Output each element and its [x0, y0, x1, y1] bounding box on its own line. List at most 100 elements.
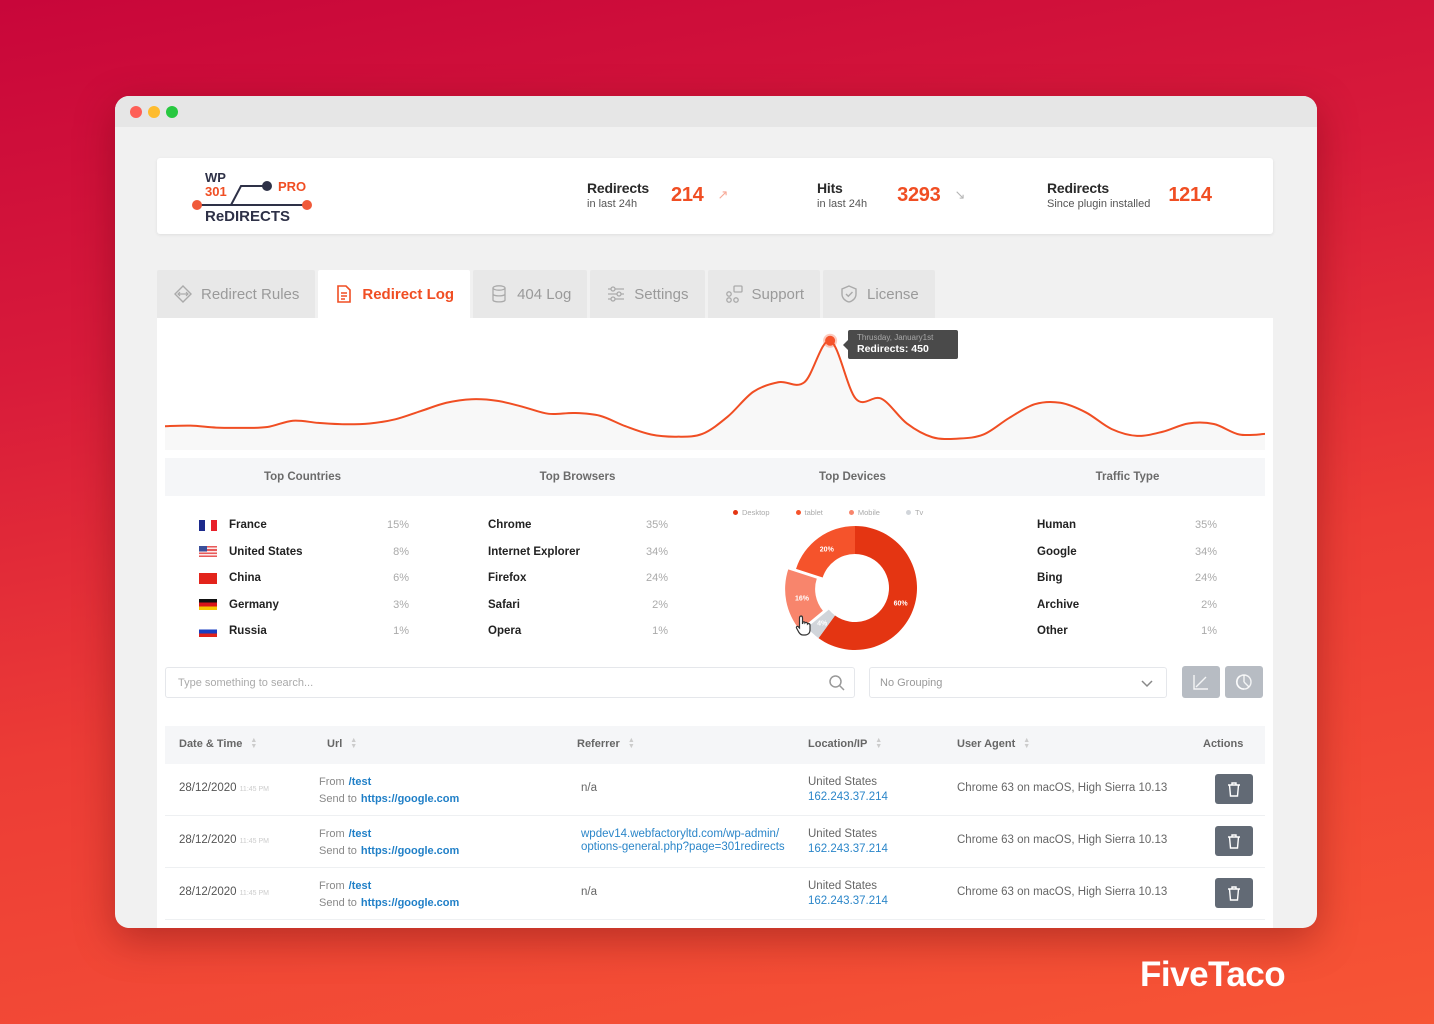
row-user-agent: Chrome 63 on macOS, High Sierra 10.13 [957, 782, 1168, 794]
browser-row: Firefox 24% [488, 565, 668, 592]
donut-slice-label: 60% [894, 600, 909, 607]
table-row: 28/12/2020 11:45 PM From/test Send to https… [165, 816, 1265, 868]
tab-support[interactable]: Support [707, 270, 821, 318]
traffic-row: Other 1% [1037, 618, 1217, 645]
pie-chart-view-button[interactable] [1225, 666, 1263, 698]
traffic-name: Archive [1037, 598, 1080, 611]
logo-wp: WP [205, 170, 226, 185]
donut-slice-label: 16% [795, 596, 810, 603]
redirect-log-panel: Thrusday, January1st Redirects: 450 Top … [157, 318, 1273, 928]
traffic-type-list: Human 35% Google 34% Bing 24% Archive 2% Oth… [1037, 512, 1217, 645]
fivetaco-brand-logo: FiveTaco [1140, 955, 1286, 994]
line-chart-view-button[interactable] [1182, 666, 1220, 698]
close-window-button[interactable] [130, 105, 142, 118]
tab-label: 404 Log [517, 285, 572, 303]
tooltip-value: Redirects: 450 [857, 343, 929, 355]
tab-settings[interactable]: Settings [590, 270, 705, 318]
browser-name: Internet Explorer [488, 545, 581, 558]
stat-subtitle: Since plugin installed [1047, 198, 1151, 210]
maximize-window-button[interactable] [166, 105, 178, 118]
country-row: Germany 3% [199, 592, 409, 619]
traffic-name: Human [1037, 519, 1076, 532]
column-url[interactable]: Url ▲ ▼ [327, 737, 358, 750]
column-location-ip[interactable]: Location/IP ▲ ▼ [808, 737, 882, 750]
sort-icon: ▲ ▼ [250, 737, 258, 750]
table-header: Date & Time ▲ ▼ Url ▲ ▼ Referrer ▲ ▼ Location/… [165, 726, 1265, 764]
table-row: 28/12/2020 11:45 PM From/test Send to https… [165, 764, 1265, 816]
flag-russia-icon [199, 625, 217, 637]
stat-subtitle: in last 24h [587, 198, 638, 210]
chart-point-highlighted[interactable] [823, 333, 838, 348]
document-icon [337, 285, 352, 303]
chevron-down-icon [1141, 680, 1153, 688]
legend-item-tablet[interactable]: tablet [795, 508, 823, 517]
traffic-row: Bing 24% [1037, 565, 1217, 592]
row-date: 28/12/2020 11:45 PM [179, 834, 270, 846]
from-link[interactable]: /test [349, 828, 372, 840]
country-name: United States [229, 545, 303, 558]
traffic-row: Human 35% [1037, 512, 1217, 539]
browser-row: Opera 1% [488, 618, 668, 645]
minimize-window-button[interactable] [148, 105, 160, 118]
search-input[interactable]: Type something to search... [165, 667, 855, 698]
donut-slice-label: 20% [820, 547, 835, 554]
column-user-agent[interactable]: User Agent ▲ ▼ [957, 737, 1030, 750]
delete-button[interactable] [1215, 878, 1253, 908]
tab-redirect-log[interactable]: Redirect Log [318, 270, 471, 318]
delete-button[interactable] [1215, 774, 1253, 804]
stat-value: 1214 [1168, 183, 1212, 206]
column-actions: Actions [1203, 738, 1244, 750]
row-location: United States 162.243.37.214 [808, 828, 888, 857]
redirects-line-chart[interactable] [165, 318, 1265, 450]
tab-404-log[interactable]: 404 Log [473, 270, 588, 318]
traffic-row: Google 34% [1037, 539, 1217, 566]
delete-button[interactable] [1215, 826, 1253, 856]
sliders-icon [608, 286, 625, 302]
top-devices-heading: Top Devices [819, 471, 886, 483]
to-link[interactable]: https://google.com [361, 897, 459, 909]
legend-item-mobile[interactable]: Mobile [848, 508, 880, 517]
browser-name: Opera [488, 625, 522, 638]
logo-node [262, 181, 272, 191]
legend-item-tv[interactable]: Tv [905, 508, 923, 517]
browser-name: Firefox [488, 572, 527, 585]
column-date-time[interactable]: Date & Time ▲ ▼ [179, 737, 258, 750]
top-browsers-heading: Top Browsers [539, 471, 616, 483]
grouping-select[interactable]: No Grouping [869, 667, 1167, 698]
logo-pro: PRO [278, 179, 306, 194]
from-link[interactable]: /test [349, 776, 372, 788]
tab-label: Redirect Log [362, 285, 455, 303]
ip-link[interactable]: 162.243.37.214 [808, 790, 888, 805]
browser-pct: 35% [645, 519, 668, 532]
country-row: United States 8% [199, 539, 409, 566]
logo-redirects: ReDIRECTS [205, 208, 290, 225]
ip-link[interactable]: 162.243.37.214 [808, 842, 888, 857]
traffic-name: Bing [1037, 572, 1063, 585]
from-link[interactable]: /test [349, 880, 372, 892]
traffic-type-heading: Traffic Type [1095, 471, 1160, 483]
row-url: From/test Send to https://google.com [319, 776, 460, 805]
browser-window: WP 301 PRO ReDIRECTS Redirects in last 24… [115, 96, 1317, 928]
tooltip-date: Thrusday, January1st [857, 333, 934, 342]
column-referrer[interactable]: Referrer ▲ ▼ [577, 737, 635, 750]
top-countries-list: France 15% United States 8% China 6% German… [199, 512, 409, 645]
search-icon[interactable] [828, 674, 846, 692]
flag-usa-icon [199, 546, 217, 558]
row-user-agent: Chrome 63 on macOS, High Sierra 10.13 [957, 834, 1168, 846]
devices-donut-chart[interactable]: 60% 4% 16% 20% [785, 518, 925, 658]
legend-item-desktop[interactable]: Desktop [733, 508, 770, 517]
tab-redirect-rules[interactable]: Redirect Rules [157, 270, 316, 318]
trash-icon [1228, 782, 1240, 797]
support-icon [725, 285, 743, 303]
header-card: WP 301 PRO ReDIRECTS Redirects in last 24… [157, 158, 1273, 234]
to-link[interactable]: https://google.com [361, 793, 459, 805]
chart-area-fill [165, 340, 1265, 450]
sort-icon: ▲ ▼ [350, 737, 358, 750]
browser-name: Chrome [488, 519, 532, 532]
to-link[interactable]: https://google.com [361, 845, 459, 857]
tab-license[interactable]: License [823, 270, 935, 318]
referrer-link[interactable]: wpdev14.webfactoryltd.com/wp-admin/ opti… [581, 828, 791, 854]
tab-label: Redirect Rules [201, 285, 300, 303]
window-titlebar [115, 96, 1317, 127]
ip-link[interactable]: 162.243.37.214 [808, 894, 888, 909]
